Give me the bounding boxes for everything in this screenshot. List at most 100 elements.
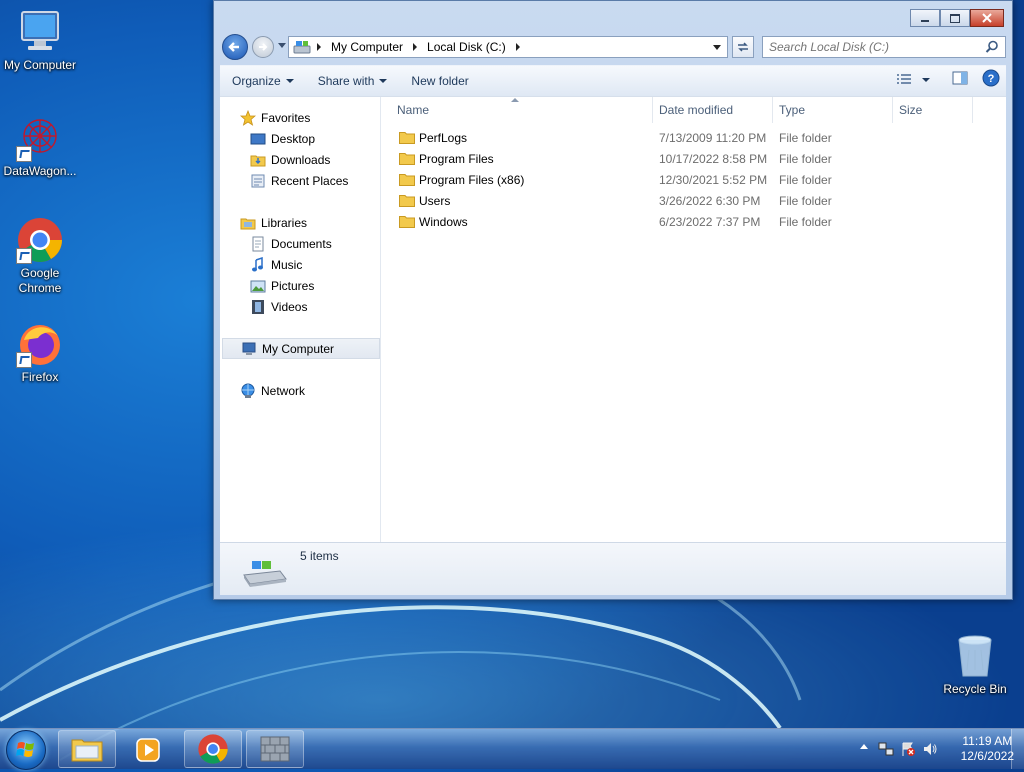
address-dropdown-icon[interactable] [713,44,721,50]
preview-pane-button[interactable] [936,71,978,88]
forward-button[interactable] [252,36,274,58]
file-row[interactable]: Users 3/26/2022 6:30 PM File folder [391,191,991,212]
taskbar-explorer-button[interactable] [58,730,116,768]
explorer-window[interactable]: My Computer Local Disk (C:) Organize Sha… [213,0,1013,600]
minimize-button[interactable] [910,9,940,27]
nav-favorites[interactable]: Favorites [220,107,398,128]
shortcut-arrow-icon [16,352,32,368]
breadcrumb-separator[interactable] [413,43,418,51]
refresh-button[interactable] [732,36,754,58]
desktop-icon [250,131,266,147]
new-folder-button[interactable]: New folder [399,69,480,93]
nav-desktop[interactable]: Desktop [220,128,408,149]
clock[interactable]: 11:19 AM 12/6/2022 [961,734,1014,764]
desktop-icon-label: Firefox [21,370,59,384]
nav-music[interactable]: Music [220,254,408,275]
pictures-icon [250,278,266,294]
show-desktop-button[interactable] [1011,729,1024,769]
nav-libraries[interactable]: Libraries [220,212,398,233]
share-with-label: Share with [317,74,375,88]
help-icon: ? [982,69,1000,87]
column-name-label: Name [397,103,430,117]
start-button[interactable] [5,729,47,770]
file-row[interactable]: Windows 6/23/2022 7:37 PM File folder [391,212,991,233]
file-row[interactable]: PerfLogs 7/13/2009 11:20 PM File folder [391,128,991,149]
taskbar-media-player-button[interactable] [120,730,178,768]
command-bar: Organize Share with New folder ? [220,65,1006,96]
taskbar-chrome-button[interactable] [184,730,242,768]
datawagon-icon [16,114,64,162]
music-icon [250,256,266,273]
nav-pictures[interactable]: Pictures [220,275,408,296]
show-hidden-icons-button[interactable] [860,744,868,749]
taskbar-firewall-button[interactable] [246,730,304,768]
column-date-label: Date modified [659,103,734,117]
folder-icon [399,132,415,144]
back-arrow-icon [228,42,239,52]
change-view-button[interactable] [890,73,936,87]
drive-large-icon [243,561,287,587]
file-name: Users [419,194,451,208]
search-icon[interactable] [985,40,999,54]
volume-icon[interactable] [922,741,938,757]
my-computer-icon [241,341,257,357]
search-input[interactable] [763,39,985,55]
help-button[interactable]: ? [978,69,1000,90]
nav-label: Downloads [271,152,331,167]
search-box[interactable] [762,36,1006,58]
forward-arrow-icon [259,43,268,51]
file-date: 7/13/2009 11:20 PM [659,131,767,145]
nav-videos[interactable]: Videos [220,296,408,317]
chevron-down-icon [922,77,930,82]
address-bar[interactable]: My Computer Local Disk (C:) [288,36,728,58]
nav-my-computer[interactable]: My Computer [222,338,380,359]
column-header-size[interactable]: Size [893,97,973,123]
file-type: File folder [779,215,832,229]
svg-text:?: ? [988,73,995,85]
maximize-button[interactable] [940,9,970,27]
file-type: File folder [779,194,832,208]
back-button[interactable] [222,34,248,60]
close-button[interactable] [970,9,1004,27]
share-with-menu[interactable]: Share with [306,69,400,93]
file-list[interactable]: Name Date modified Type Size PerfLogs 7/… [381,97,1006,542]
nav-downloads[interactable]: Downloads [220,149,408,170]
file-date: 3/26/2022 6:30 PM [659,194,761,208]
desktop-icon-my-computer[interactable]: My Computer [0,8,80,73]
chrome-icon [198,734,228,764]
shortcut-arrow-icon [16,146,32,162]
column-size-label: Size [899,103,923,117]
desktop-icon-firefox[interactable]: Firefox [0,320,80,385]
file-type: File folder [779,131,832,145]
minimize-icon [921,20,929,22]
breadcrumb-my-computer[interactable]: My Computer [327,37,407,57]
breadcrumb-local-disk[interactable]: Local Disk (C:) [423,37,510,57]
column-header-name[interactable]: Name [391,97,653,123]
desktop-icon-google-chrome[interactable]: Google Chrome [0,216,80,296]
taskbar: 11:19 AM 12/6/2022 [0,728,1024,770]
recent-pages-dropdown[interactable] [278,43,286,48]
file-row[interactable]: Program Files 10/17/2022 8:58 PM File fo… [391,149,991,170]
new-folder-label: New folder [411,74,469,88]
breadcrumb-separator[interactable] [515,43,520,51]
nav-network[interactable]: Network [220,380,398,401]
network-tray-icon[interactable] [878,741,894,757]
preview-pane-icon [952,71,968,85]
chevron-down-icon [285,79,294,83]
column-header-date[interactable]: Date modified [653,97,773,123]
action-center-flag-icon[interactable] [900,741,916,757]
breadcrumb-separator[interactable] [317,43,321,51]
nav-documents[interactable]: Documents [220,233,408,254]
file-row[interactable]: Program Files (x86) 12/30/2021 5:52 PM F… [391,170,991,191]
nav-recent-places[interactable]: Recent Places [220,170,408,191]
desktop-icon-recycle-bin[interactable]: Recycle Bin [935,632,1015,697]
star-icon [239,109,257,126]
desktop-icon-datawagon[interactable]: DataWagon... [0,114,80,179]
windows-logo-icon [6,730,46,770]
column-header-type[interactable]: Type [773,97,893,123]
navigation-pane[interactable]: Favorites Desktop Downloads Recent Place… [220,97,381,542]
organize-menu[interactable]: Organize [220,69,306,93]
file-name: Program Files [419,152,494,166]
address-row: My Computer Local Disk (C:) [222,34,1006,60]
shortcut-arrow-icon [16,248,32,264]
